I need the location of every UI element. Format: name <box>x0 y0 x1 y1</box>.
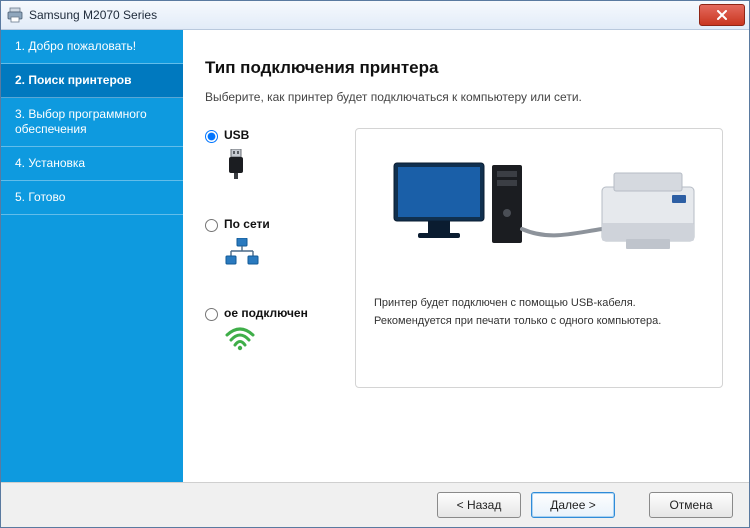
connection-options: USB <box>205 128 355 395</box>
sidebar-item-install[interactable]: 4. Установка <box>1 147 183 181</box>
footer: < Назад Далее > Отмена <box>1 482 749 527</box>
button-label: Отмена <box>669 498 712 512</box>
printer-app-icon <box>7 7 23 23</box>
option-label: ое подключен <box>224 306 308 320</box>
body: 1. Добро пожаловать! 2. Поиск принтеров … <box>1 30 749 482</box>
close-icon <box>716 10 728 20</box>
usb-diagram <box>374 143 704 273</box>
sidebar-item-label: 4. Установка <box>15 156 85 170</box>
close-button[interactable] <box>699 4 745 26</box>
button-label: Далее > <box>550 498 596 512</box>
sidebar-item-label: 5. Готово <box>15 190 65 204</box>
radio-usb[interactable] <box>205 130 218 143</box>
radio-wireless[interactable] <box>205 308 218 321</box>
main-panel: Тип подключения принтера Выберите, как п… <box>183 30 749 482</box>
illustration-panel: Принтер будет подключен с помощью USB-ка… <box>355 128 723 388</box>
titlebar: Samsung M2070 Series <box>1 1 749 30</box>
button-label: < Назад <box>457 498 502 512</box>
option-usb[interactable]: USB <box>205 128 355 177</box>
window-title: Samsung M2070 Series <box>29 8 157 22</box>
content-row: USB <box>205 128 723 472</box>
illustration-line1: Принтер будет подключен с помощью USB-ка… <box>374 297 704 309</box>
option-label: USB <box>224 128 249 142</box>
installer-window: Samsung M2070 Series 1. Добро пожаловать… <box>0 0 750 528</box>
wifi-icon <box>225 327 255 355</box>
sidebar-item-done[interactable]: 5. Готово <box>1 181 183 215</box>
sidebar-item-search-printers[interactable]: 2. Поиск принтеров <box>1 64 183 98</box>
page-heading: Тип подключения принтера <box>205 58 723 78</box>
cancel-button[interactable]: Отмена <box>649 492 733 518</box>
sidebar-item-software[interactable]: 3. Выбор программного обеспечения <box>1 98 183 147</box>
option-wireless[interactable]: ое подключен <box>205 306 355 355</box>
radio-network[interactable] <box>205 219 218 232</box>
illustration-line2: Рекомендуется при печати только с одного… <box>374 315 704 327</box>
sidebar-item-label: 1. Добро пожаловать! <box>15 39 136 53</box>
back-button[interactable]: < Назад <box>437 492 521 518</box>
sidebar-item-label: 3. Выбор программного обеспечения <box>15 107 147 136</box>
sidebar-item-welcome[interactable]: 1. Добро пожаловать! <box>1 30 183 64</box>
option-network[interactable]: По сети <box>205 217 355 266</box>
network-icon <box>225 238 255 266</box>
next-button[interactable]: Далее > <box>531 492 615 518</box>
page-subheading: Выберите, как принтер будет подключаться… <box>205 90 723 104</box>
usb-icon <box>225 149 255 177</box>
sidebar: 1. Добро пожаловать! 2. Поиск принтеров … <box>1 30 183 482</box>
sidebar-item-label: 2. Поиск принтеров <box>15 73 131 87</box>
option-label: По сети <box>224 217 270 231</box>
